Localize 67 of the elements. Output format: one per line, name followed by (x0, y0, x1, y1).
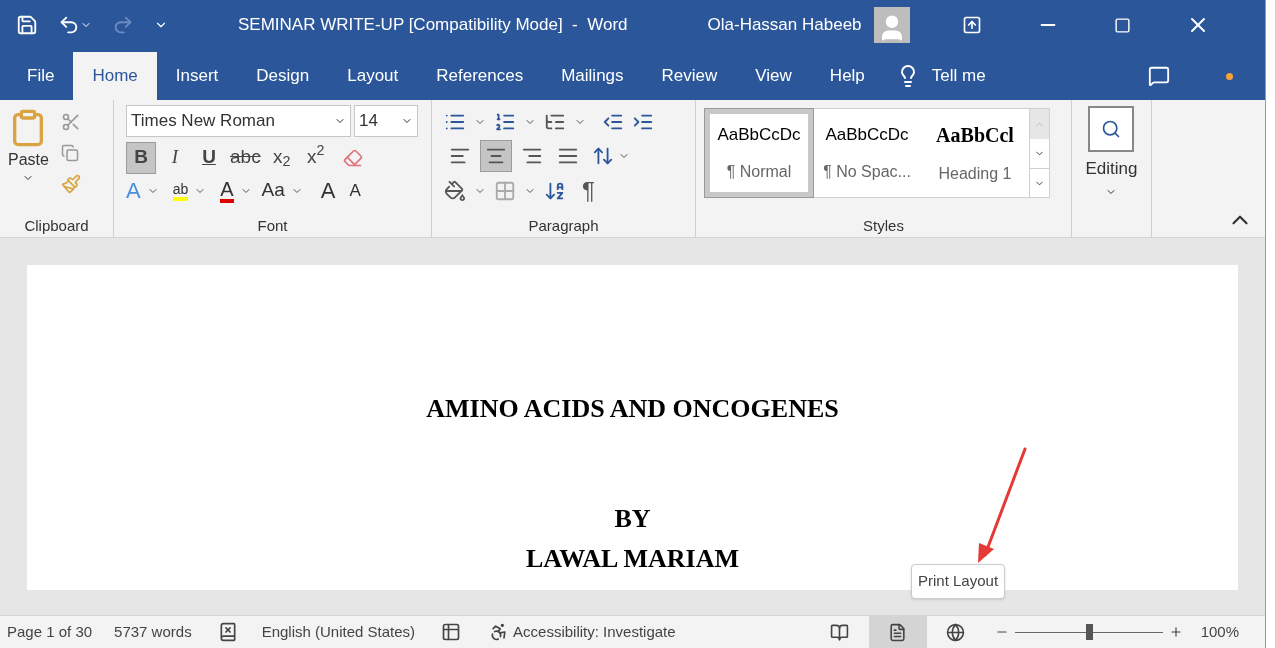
show-formatting-button[interactable]: ¶ (582, 172, 595, 209)
align-button[interactable] (480, 140, 512, 172)
page-count[interactable]: Page 1 of 30 (7, 620, 93, 644)
ribbon-tab[interactable]: Mailings (542, 52, 643, 100)
style-option[interactable]: AaBbCcDc ¶ No Spac... (813, 109, 921, 197)
style-option[interactable]: AaBbCcl Heading 1 (921, 109, 1029, 197)
font-color-button[interactable]: A (220, 178, 234, 203)
word-count[interactable]: 5737 words (114, 620, 192, 644)
ribbon-tab[interactable]: File (8, 52, 74, 100)
ribbon-tab[interactable]: Layout (328, 52, 418, 100)
ribbon-tab[interactable]: References (417, 52, 543, 100)
undo-icon[interactable] (58, 14, 80, 36)
ribbon-tab[interactable]: View (736, 52, 811, 100)
shrink-font-button[interactable]: A (349, 177, 361, 204)
editing-button[interactable]: Editing (1085, 106, 1138, 198)
accessibility-status[interactable]: Accessibility: Investigate (513, 620, 676, 644)
ribbon-tab[interactable]: Help (810, 52, 884, 100)
user-name: Ola-Hassan Habeeb (707, 14, 862, 37)
language-label[interactable]: English (United States) (261, 620, 416, 644)
search-icon (1101, 119, 1122, 139)
format-button[interactable]: I (160, 141, 190, 174)
clear-formatting-icon[interactable] (342, 147, 363, 168)
grow-font-button[interactable]: A (320, 174, 336, 207)
paste-button[interactable]: Paste (8, 108, 49, 184)
cut-icon[interactable] (60, 112, 81, 132)
document-text: BY (614, 503, 651, 535)
font-size-field[interactable]: 14 (354, 105, 418, 137)
document-text: LAWAL MARIAM (525, 543, 740, 575)
view-button[interactable] (868, 615, 927, 648)
ribbon-tab[interactable]: Home (73, 52, 157, 100)
line-spacing-icon[interactable] (592, 145, 614, 167)
zoom-percent[interactable]: 100% (1200, 620, 1239, 644)
format-button[interactable]: x$^{2}$ (300, 141, 331, 174)
change-case-button[interactable]: Aa (261, 176, 285, 205)
style-option[interactable]: AaBbCcDc ¶ Normal (705, 109, 813, 197)
ribbon-tab[interactable]: Review (642, 52, 737, 100)
numbering-icon[interactable] (494, 111, 516, 133)
group-label: Paragraph (528, 215, 599, 236)
zoom-slider[interactable] (1014, 624, 1163, 640)
view-icon (946, 622, 966, 642)
ribbon-display-icon[interactable] (961, 15, 982, 35)
tooltip: Print Layout (911, 564, 1006, 599)
group-label: Clipboard (24, 215, 89, 236)
format-button[interactable]: B (126, 141, 156, 174)
avatar-silhouette (873, 7, 910, 43)
group-label: Styles (863, 215, 904, 236)
format-button[interactable]: U (194, 141, 224, 174)
view-icon (830, 622, 850, 642)
maximize-icon[interactable] (1113, 16, 1131, 34)
format-button[interactable]: abc (228, 141, 263, 174)
shading-icon[interactable] (444, 179, 466, 202)
ribbon-tab[interactable]: Design (237, 52, 329, 100)
copy-icon[interactable] (60, 144, 79, 162)
document-text: AMINO ACIDS AND ONCOGENES (426, 393, 839, 425)
view-icon (888, 622, 908, 642)
font-name-field[interactable]: Times New Roman (126, 105, 351, 137)
window-title: SEMINAR WRITE-UP [Compatibility Mode] - Word (238, 14, 628, 37)
tell-me-field[interactable]: Tell me (931, 63, 986, 89)
format-button[interactable]: x$_{2}$ (266, 141, 297, 174)
save-icon[interactable] (16, 14, 38, 36)
zoom-in-icon[interactable] (1168, 625, 1183, 639)
comments-icon[interactable] (1148, 65, 1170, 87)
display-settings-icon[interactable] (441, 622, 462, 642)
highlight-button[interactable]: ab (172, 180, 189, 201)
ribbon-tab[interactable]: Insert (156, 52, 238, 100)
zoom-thumb[interactable] (1085, 624, 1093, 640)
group-label: Font (257, 215, 288, 236)
